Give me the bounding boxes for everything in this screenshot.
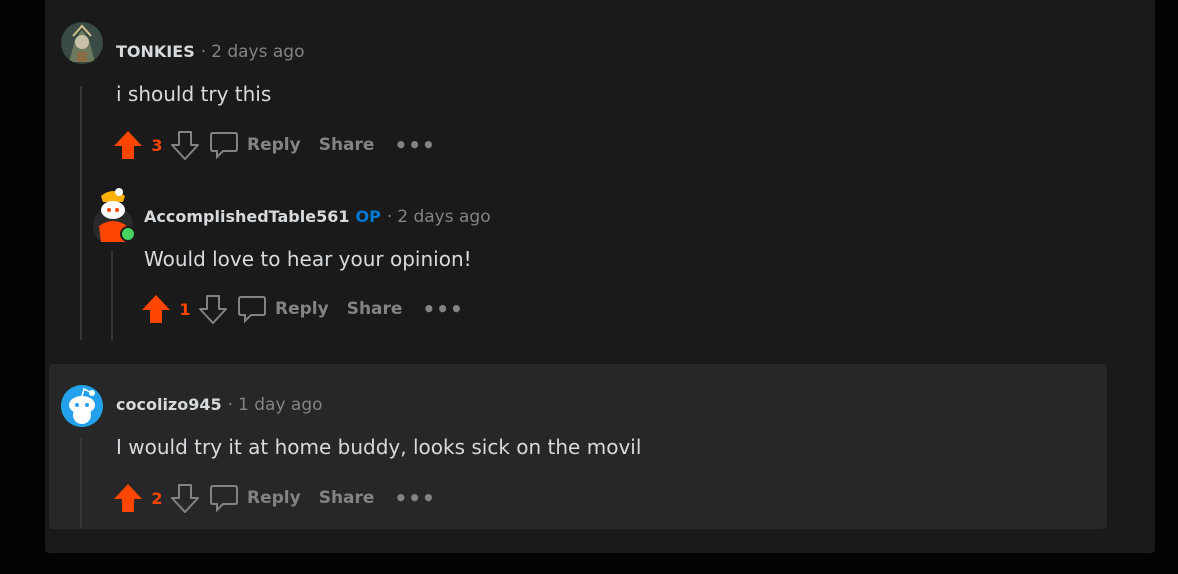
- timestamp[interactable]: 1 day ago: [238, 395, 323, 415]
- comment-text: Would love to hear your opinion!: [144, 247, 472, 271]
- comment-text: i should try this: [116, 82, 272, 106]
- timestamp[interactable]: 2 days ago: [211, 42, 304, 62]
- downvote-button[interactable]: [197, 293, 229, 325]
- comment-text: I would try it at home buddy, looks sick…: [116, 435, 642, 459]
- more-options-icon[interactable]: •••: [394, 135, 435, 155]
- username[interactable]: TONKIES: [116, 42, 195, 61]
- upvote-icon: [114, 484, 142, 512]
- share-button[interactable]: Share: [319, 135, 375, 155]
- reply-button[interactable]: Reply: [209, 483, 301, 513]
- downvote-icon: [199, 295, 227, 324]
- upvote-button[interactable]: [112, 129, 144, 161]
- vote-score: 3: [151, 135, 163, 155]
- comment-meta: cocolizo945 · 1 day ago: [116, 395, 323, 415]
- op-badge: OP: [355, 207, 381, 226]
- thread-line[interactable]: [111, 251, 113, 340]
- reply-label: Reply: [247, 135, 301, 155]
- comment-meta: AccomplishedTable561 OP · 2 days ago: [144, 207, 491, 227]
- comment-actions: 2 Reply Share •••: [112, 480, 436, 516]
- reply-button[interactable]: Reply: [209, 130, 301, 160]
- comment-actions: 3 Reply Share •••: [112, 127, 436, 163]
- share-button[interactable]: Share: [319, 488, 375, 508]
- avatar-image: [61, 385, 103, 427]
- vote-score: 1: [179, 299, 191, 319]
- downvote-button[interactable]: [169, 129, 201, 161]
- username[interactable]: AccomplishedTable561: [144, 207, 350, 226]
- downvote-button[interactable]: [169, 482, 201, 514]
- reply-label: Reply: [275, 299, 329, 319]
- more-options-icon[interactable]: •••: [422, 299, 463, 319]
- downvote-icon: [171, 484, 199, 513]
- upvote-icon: [114, 131, 142, 159]
- upvote-button[interactable]: [112, 482, 144, 514]
- upvote-button[interactable]: [140, 293, 172, 325]
- comment-bubble-icon: [210, 485, 238, 513]
- more-options-icon[interactable]: •••: [394, 488, 435, 508]
- username[interactable]: cocolizo945: [116, 395, 222, 414]
- upvote-icon: [142, 295, 170, 323]
- reply-button[interactable]: Reply: [237, 294, 329, 324]
- user-avatar[interactable]: [89, 186, 136, 246]
- downvote-icon: [171, 131, 199, 160]
- vote-score: 2: [151, 488, 163, 508]
- avatar-image: [93, 188, 136, 246]
- user-avatar[interactable]: [61, 22, 103, 64]
- comment-bubble-icon: [210, 132, 238, 160]
- user-avatar[interactable]: [61, 385, 103, 427]
- separator: ·: [386, 207, 393, 227]
- share-button[interactable]: Share: [347, 299, 403, 319]
- comment-actions: 1 Reply Share •••: [140, 291, 464, 327]
- timestamp[interactable]: 2 days ago: [397, 207, 490, 227]
- comment-bubble-icon: [238, 296, 266, 324]
- thread-line[interactable]: [80, 86, 82, 340]
- separator: ·: [200, 42, 207, 62]
- comment-meta: TONKIES · 2 days ago: [116, 42, 304, 62]
- thread-line[interactable]: [80, 438, 82, 528]
- avatar-image: [61, 22, 103, 64]
- reply-label: Reply: [247, 488, 301, 508]
- separator: ·: [227, 395, 234, 415]
